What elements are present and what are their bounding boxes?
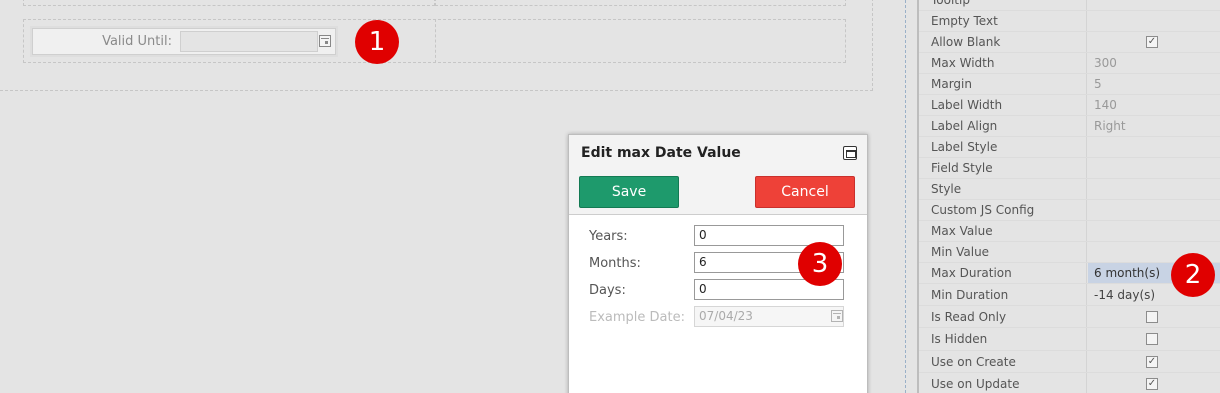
property-name: Custom JS Config <box>919 200 1087 220</box>
property-name: Field Style <box>919 158 1087 178</box>
property-name: Max Duration <box>919 263 1087 283</box>
marker-badge-2: 2 <box>1171 253 1215 297</box>
years-label: Years: <box>589 229 628 244</box>
property-row-is-read-only[interactable]: Is Read Only <box>919 306 1220 328</box>
property-value[interactable] <box>1088 158 1220 178</box>
property-value[interactable]: 140 <box>1088 95 1220 115</box>
property-row-label-style[interactable]: Label Style <box>919 137 1220 158</box>
property-name: Empty Text <box>919 11 1087 31</box>
property-value[interactable] <box>1088 328 1220 350</box>
save-button[interactable]: Save <box>579 176 679 208</box>
property-row-margin[interactable]: Margin 5 <box>919 74 1220 95</box>
property-row-style[interactable]: Style <box>919 179 1220 200</box>
property-name: Use on Create <box>919 351 1087 372</box>
property-name: Min Duration <box>919 284 1087 305</box>
property-value[interactable]: ✓ <box>1088 351 1220 372</box>
panel-splitter[interactable] <box>904 0 918 393</box>
property-value[interactable] <box>1088 221 1220 241</box>
property-row-custom-js-config[interactable]: Custom JS Config <box>919 200 1220 221</box>
valid-until-field[interactable]: Valid Until: <box>32 28 336 55</box>
marker-badge-1: 1 <box>355 20 399 64</box>
property-value[interactable]: 5 <box>1088 74 1220 94</box>
property-name: Use on Update <box>919 373 1087 393</box>
splitter-guide <box>905 0 906 393</box>
property-row-use-on-create[interactable]: Use on Create ✓ <box>919 351 1220 373</box>
property-value[interactable] <box>1088 11 1220 31</box>
property-name: Style <box>919 179 1087 199</box>
example-date-input: 07/04/23 <box>694 306 844 327</box>
property-row-field-style[interactable]: Field Style <box>919 158 1220 179</box>
checkbox-checked-icon[interactable]: ✓ <box>1146 377 1158 390</box>
dialog-title: Edit max Date Value <box>581 145 741 161</box>
property-name: Margin <box>919 74 1087 94</box>
example-date-label: Example Date: <box>589 310 685 325</box>
property-value[interactable]: ✓ <box>1088 373 1220 393</box>
property-name: Label Style <box>919 137 1087 157</box>
property-row-is-hidden[interactable]: Is Hidden <box>919 328 1220 351</box>
calendar-icon[interactable] <box>319 35 331 47</box>
property-row-use-on-update[interactable]: Use on Update ✓ <box>919 373 1220 393</box>
property-value[interactable] <box>1088 0 1220 10</box>
property-row-label-align[interactable]: Label Align Right <box>919 116 1220 137</box>
valid-until-input[interactable] <box>180 31 318 52</box>
property-name: Label Width <box>919 95 1087 115</box>
property-row-label-width[interactable]: Label Width 140 <box>919 95 1220 116</box>
property-name: Label Align <box>919 116 1087 136</box>
property-row-empty-text[interactable]: Empty Text <box>919 11 1220 32</box>
days-label: Days: <box>589 283 626 298</box>
property-row-min-value[interactable]: Min Value <box>919 242 1220 263</box>
checkbox-unchecked-icon[interactable] <box>1146 310 1158 323</box>
property-name: Is Hidden <box>919 328 1087 350</box>
dialog-header: Edit max Date Value Save Cancel <box>569 135 867 215</box>
example-date-calendar-icon <box>831 310 843 322</box>
checkbox-checked-icon[interactable]: ✓ <box>1146 355 1158 368</box>
checkbox-checked-icon[interactable]: ✓ <box>1146 36 1158 48</box>
property-name: Max Width <box>919 53 1087 73</box>
marker-badge-3: 3 <box>798 242 842 286</box>
property-name: Is Read Only <box>919 306 1087 327</box>
property-row-max-value[interactable]: Max Value <box>919 221 1220 242</box>
property-name: Allow Blank <box>919 32 1087 52</box>
months-label: Months: <box>589 256 641 271</box>
property-value[interactable] <box>1088 306 1220 327</box>
checkbox-unchecked-icon[interactable] <box>1146 333 1158 345</box>
property-value[interactable] <box>1088 179 1220 199</box>
property-row-tooltip[interactable]: Tooltip <box>919 0 1220 11</box>
property-name: Min Value <box>919 242 1087 262</box>
property-value[interactable]: ✓ <box>1088 32 1220 52</box>
valid-until-label: Valid Until: <box>102 34 172 49</box>
property-value[interactable]: Right <box>1088 116 1220 136</box>
maximize-icon[interactable] <box>843 146 857 160</box>
property-name: Max Value <box>919 221 1087 241</box>
property-row-allow-blank[interactable]: Allow Blank ✓ <box>919 32 1220 53</box>
cancel-button[interactable]: Cancel <box>755 176 855 208</box>
property-value[interactable]: 300 <box>1088 53 1220 73</box>
property-value[interactable] <box>1088 200 1220 220</box>
property-name: Tooltip <box>919 0 1087 10</box>
property-row-max-width[interactable]: Max Width 300 <box>919 53 1220 74</box>
property-value[interactable] <box>1088 137 1220 157</box>
